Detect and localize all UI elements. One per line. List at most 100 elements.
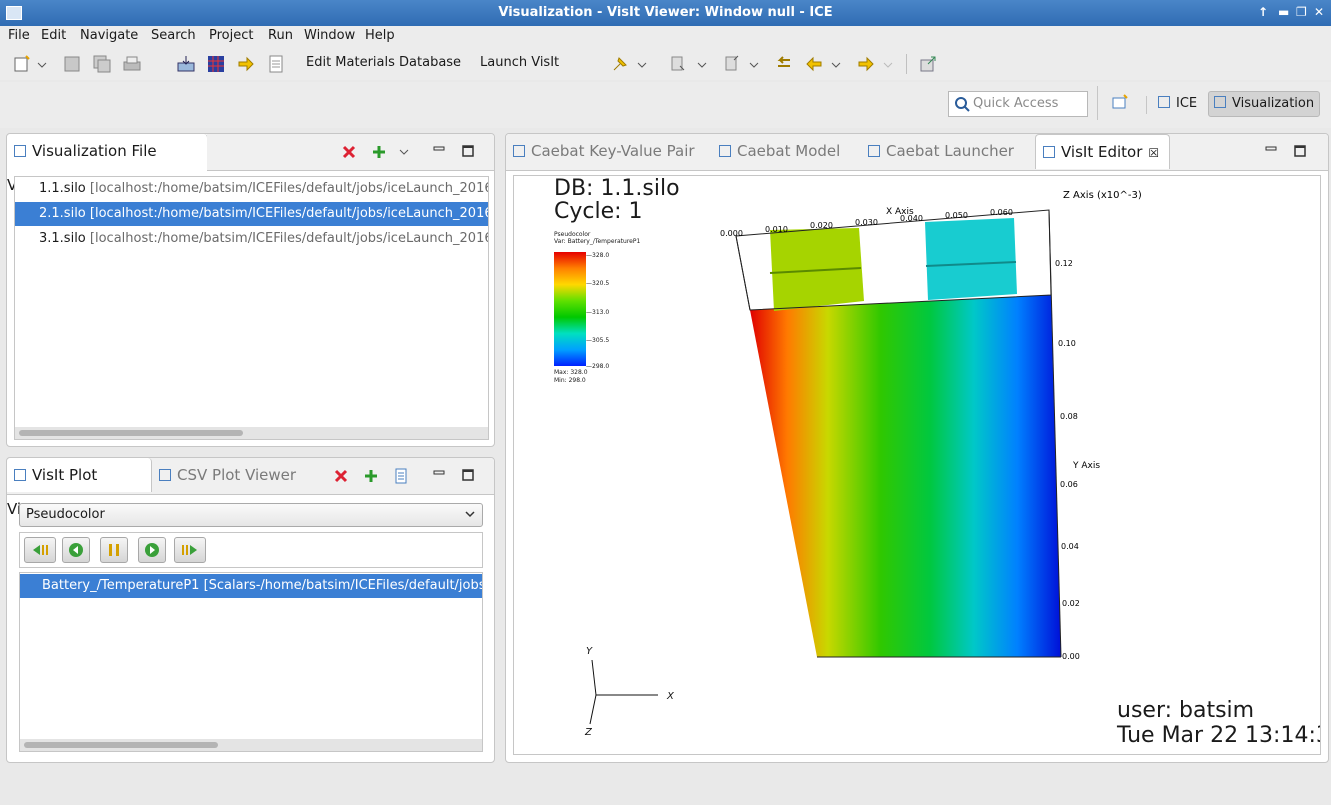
perspective-ice[interactable]: ICE [1158, 91, 1197, 117]
battery-mesh-plot: X Axis Z Axis (x10^-3) Y Axis 0.000 0.01… [584, 190, 1142, 738]
pause-button[interactable] [100, 537, 128, 563]
save-icon[interactable] [62, 54, 82, 74]
quick-access-field[interactable]: Quick Access [948, 91, 1088, 117]
launch-visit-button[interactable]: Launch VisIt [480, 55, 559, 70]
new-icon[interactable] [12, 54, 32, 74]
new-dropdown-icon[interactable] [36, 54, 48, 74]
forward-icon[interactable] [856, 54, 876, 74]
import-icon[interactable] [176, 54, 196, 74]
document-icon[interactable] [266, 54, 286, 74]
tab-visualization-file-viewer[interactable]: Visualization File Viewer [7, 134, 208, 194]
perspective-visualization[interactable]: Visualization [1208, 91, 1321, 117]
minimize-plot-view-icon[interactable] [432, 466, 446, 484]
restore-icon[interactable]: ❐ [1296, 5, 1307, 19]
plot-list-scrollbar[interactable] [20, 739, 482, 751]
arrow-right-icon[interactable] [236, 54, 256, 74]
plot-list-item[interactable]: Battery_/TemperatureP1 [Scalars-/home/ba… [20, 574, 482, 598]
prev-annotation-icon[interactable] [722, 54, 742, 74]
tab-csv-plot-viewer[interactable]: CSV Plot Viewer [159, 458, 296, 492]
plot-properties-icon[interactable] [394, 468, 408, 488]
minimize-view-icon[interactable] [432, 142, 446, 160]
forward-dropdown-icon[interactable] [882, 54, 894, 74]
triad-z-label: Z [584, 727, 593, 738]
print-icon[interactable] [122, 54, 142, 74]
menu-window[interactable]: Window [304, 28, 355, 43]
last-edit-icon[interactable] [774, 54, 794, 74]
file-list-scrollbar[interactable] [15, 427, 488, 439]
menu-bar: File Edit Navigate Search Project Run Wi… [0, 26, 1331, 48]
delete-file-icon[interactable] [341, 144, 357, 164]
perspective-divider-2 [1146, 96, 1147, 114]
prev-annotation-dropdown-icon[interactable] [748, 54, 760, 74]
user-label: user: batsim [1117, 698, 1255, 723]
external-tool-icon[interactable] [918, 54, 938, 74]
next-annotation-dropdown-icon[interactable] [696, 54, 708, 74]
tab-caebat-model[interactable]: Caebat Model [719, 134, 840, 168]
close-tab-icon[interactable]: ☒ [1148, 146, 1159, 160]
perspective-divider [1097, 86, 1098, 120]
menu-help[interactable]: Help [365, 28, 395, 43]
tab-caebat-key-value-pair[interactable]: Caebat Key-Value Pair [513, 134, 695, 168]
file-row-3[interactable]: 3.1.silo [localhost:/home/batsim/ICEFile… [15, 227, 488, 251]
view-menu-icon[interactable] [398, 144, 410, 164]
x-tick-5: 0.050 [945, 211, 968, 220]
scrollbar-thumb[interactable] [19, 430, 243, 436]
tab-visit-plot-viewer[interactable]: VisIt Plot Viewer [7, 458, 152, 518]
maximize-editor-icon[interactable] [1293, 144, 1307, 162]
edit-materials-database-button[interactable]: Edit Materials Database [306, 55, 461, 70]
tab-label: Caebat Launcher [886, 142, 1014, 160]
visit-render-window[interactable]: DB: 1.1.silo Cycle: 1 Pseudocolor Var: B… [513, 175, 1321, 755]
maximize-view-icon[interactable] [461, 144, 475, 162]
step-back-button[interactable] [24, 537, 56, 563]
save-all-icon[interactable] [92, 54, 112, 74]
plot-item-label: Battery_/TemperatureP1 [Scalars-/home/ba… [42, 578, 482, 593]
pin-icon[interactable] [610, 54, 630, 74]
y-tick-2: 0.08 [1060, 412, 1078, 421]
tab-icon [868, 145, 880, 157]
csv-viewer-tab-label: CSV Plot Viewer [177, 466, 297, 484]
back-icon[interactable] [804, 54, 824, 74]
file-row-1[interactable]: 1.1.silo [localhost:/home/batsim/ICEFile… [15, 177, 488, 201]
plot-type-select[interactable]: Pseudocolor [19, 503, 483, 527]
scrollbar-thumb[interactable] [24, 742, 218, 748]
menu-file[interactable]: File [8, 28, 30, 43]
close-icon[interactable]: ✕ [1314, 5, 1324, 19]
maximize-plot-view-icon[interactable] [461, 468, 475, 486]
file-viewer-tab-icon [14, 145, 26, 157]
grid-icon[interactable] [206, 54, 226, 74]
menu-search[interactable]: Search [151, 28, 196, 43]
csv-viewer-tab-icon [159, 469, 171, 481]
triad-y-label: Y [586, 646, 593, 657]
file-name: 2.1.silo [39, 206, 86, 221]
window-title: Visualization - VisIt Viewer: Window nul… [498, 5, 833, 20]
open-perspective-icon[interactable] [1112, 91, 1128, 117]
delete-plot-icon[interactable] [333, 468, 349, 488]
menu-navigate[interactable]: Navigate [80, 28, 138, 43]
minimize-editor-icon[interactable] [1264, 142, 1278, 160]
main-toolbar: Edit Materials Database Launch VisIt [0, 48, 1331, 80]
y-tick-5: 0.02 [1062, 599, 1080, 608]
perspective-bar: Quick Access ICE Visualization [0, 82, 1331, 128]
toolbar-separator [906, 54, 907, 74]
tab-caebat-launcher[interactable]: Caebat Launcher [868, 134, 1014, 168]
y-tick-0: 0.12 [1055, 259, 1073, 268]
reverse-play-button[interactable] [62, 537, 90, 563]
y-tick-6: 0.00 [1062, 652, 1080, 661]
maximize-up-icon[interactable]: ↑ [1258, 5, 1268, 19]
chevron-down-icon [465, 511, 475, 518]
menu-edit[interactable]: Edit [41, 28, 66, 43]
menu-project[interactable]: Project [209, 28, 253, 43]
pin-dropdown-icon[interactable] [636, 54, 648, 74]
file-row-2[interactable]: 2.1.silo [localhost:/home/batsim/ICEFile… [15, 202, 488, 226]
back-dropdown-icon[interactable] [830, 54, 842, 74]
minimize-icon[interactable]: ▬ [1278, 5, 1289, 19]
tab-label: Caebat Model [737, 142, 841, 160]
menu-run[interactable]: Run [268, 28, 293, 43]
add-plot-icon[interactable] [363, 468, 379, 488]
play-button[interactable] [138, 537, 166, 563]
add-file-icon[interactable] [371, 144, 387, 164]
step-forward-button[interactable] [174, 537, 206, 563]
x-tick-0: 0.000 [720, 229, 743, 238]
next-annotation-icon[interactable] [668, 54, 688, 74]
tab-visit-editor[interactable]: VisIt Editor ☒ [1035, 134, 1171, 169]
